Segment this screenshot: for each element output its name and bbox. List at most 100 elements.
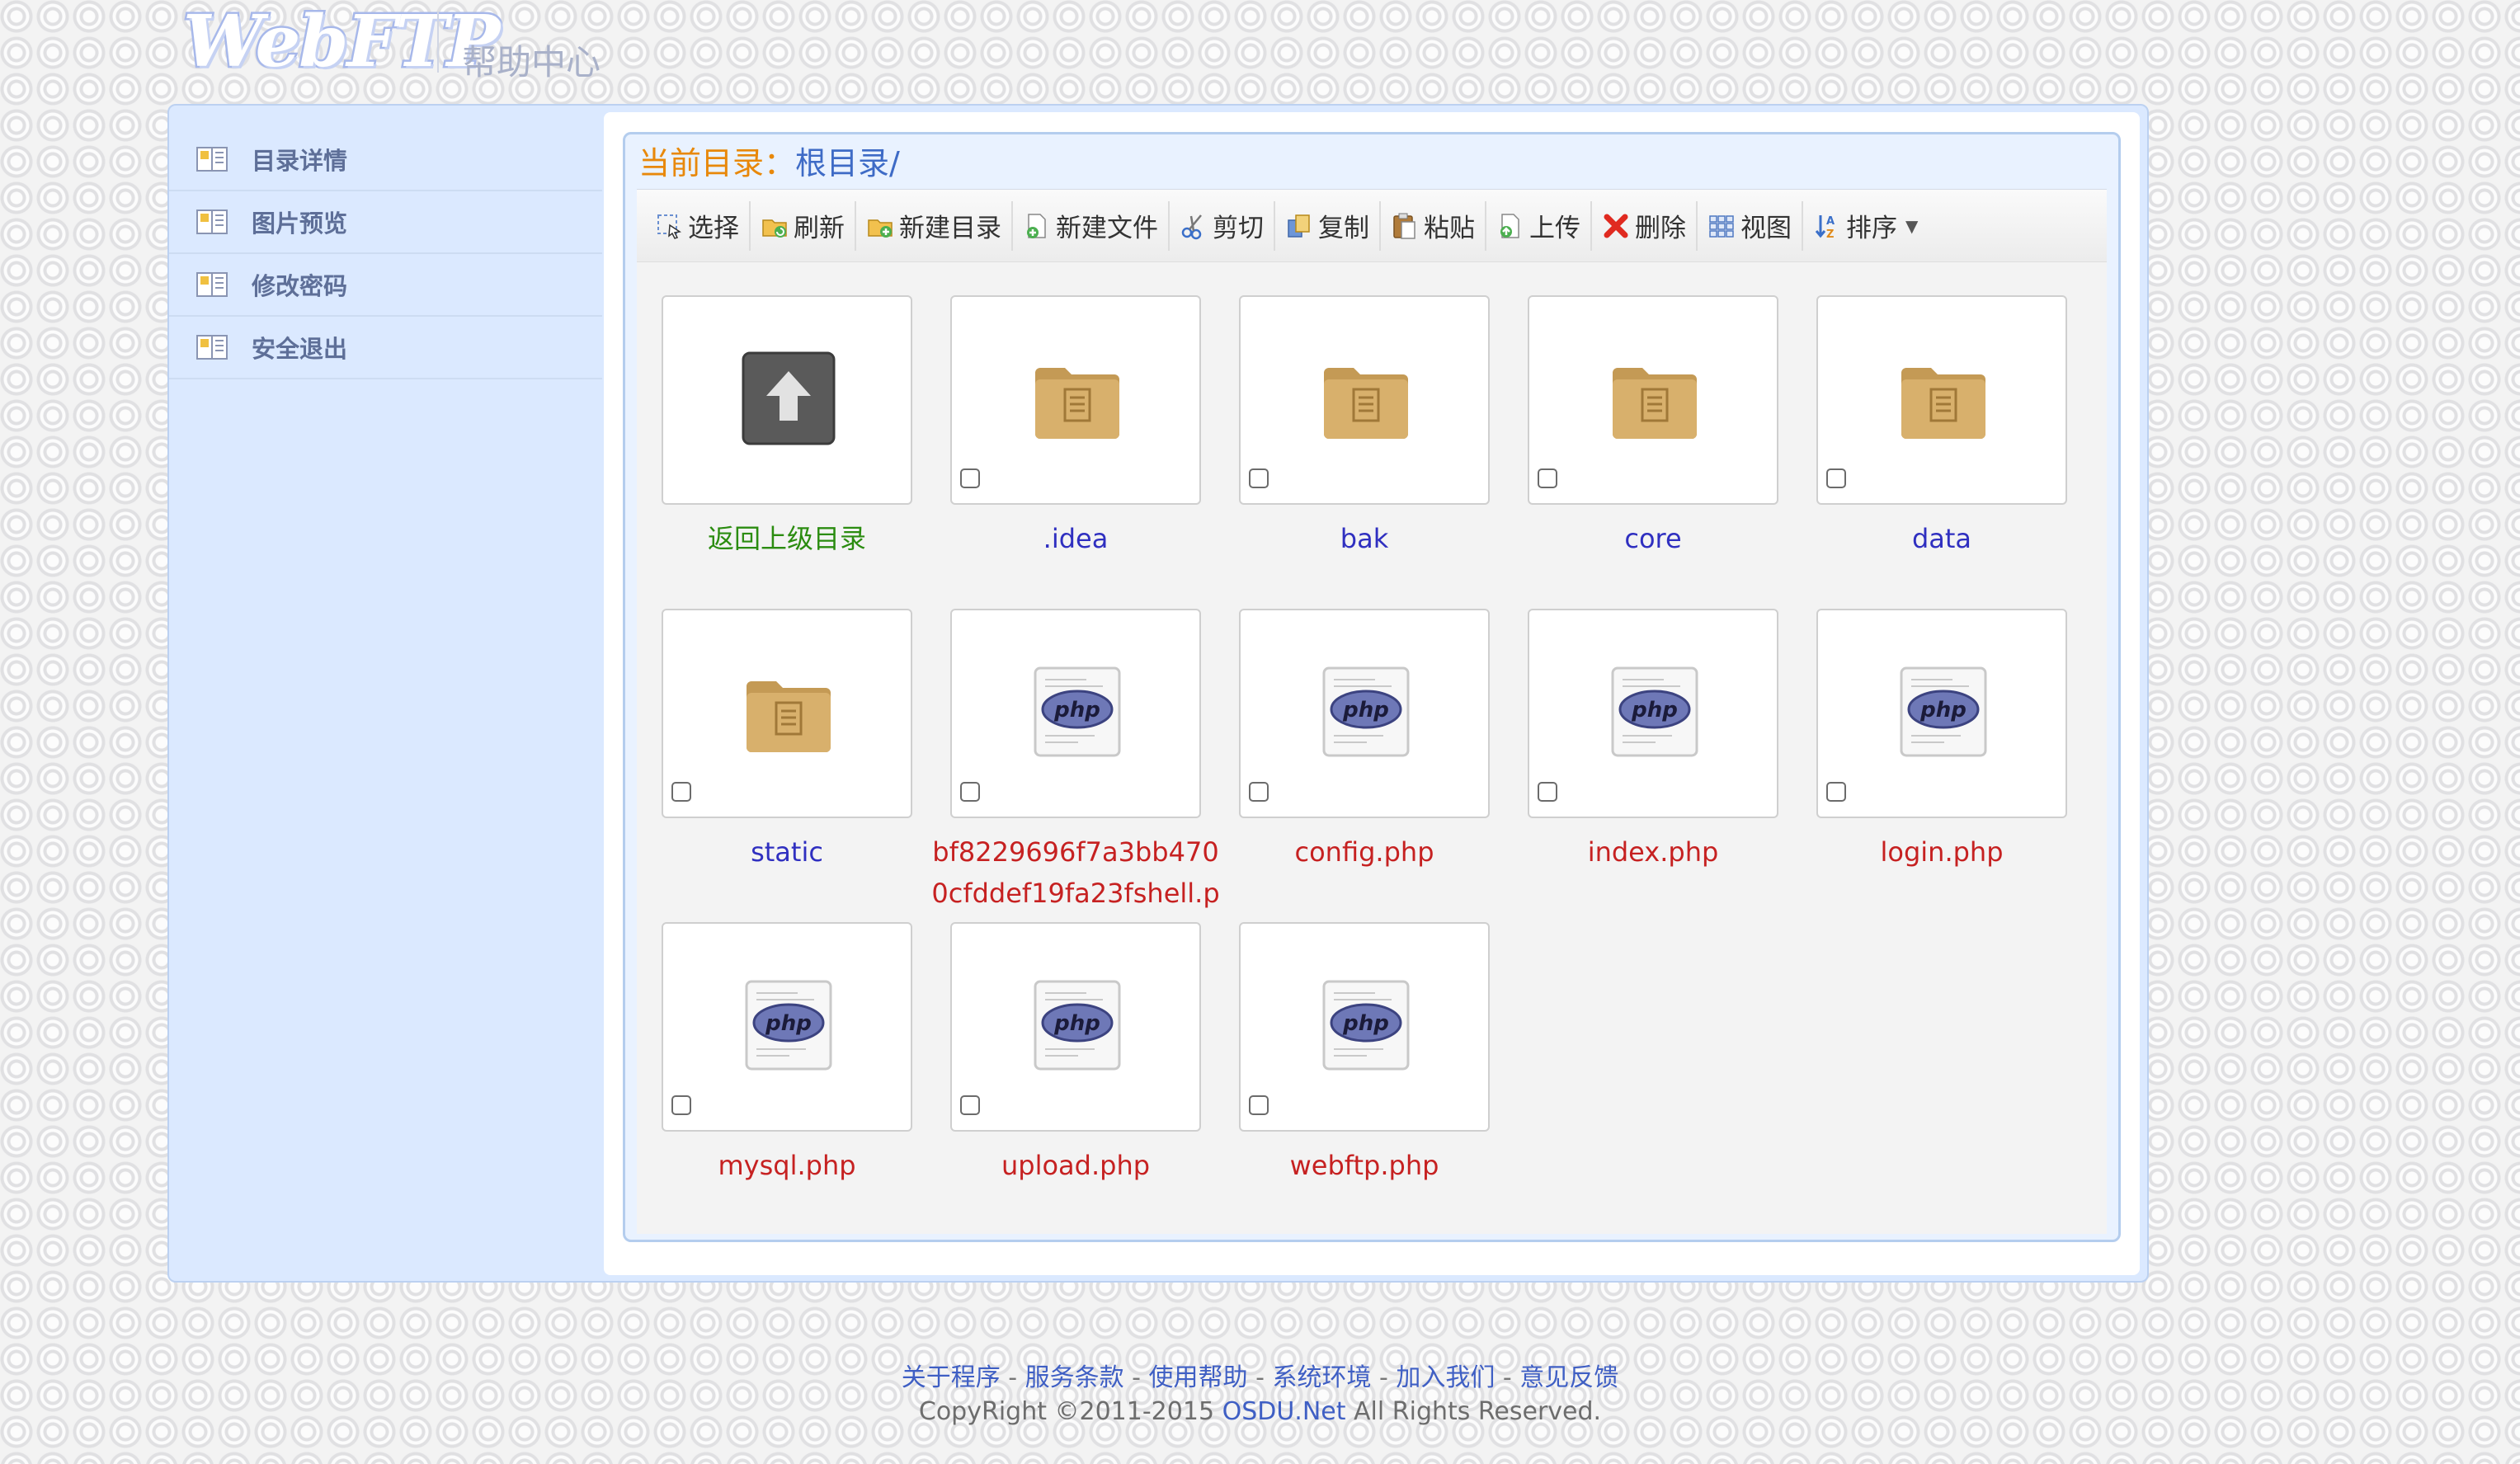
file-tile[interactable]: php webftp.php [1214,889,1503,1194]
upload-icon [1500,213,1519,238]
footer-link-about[interactable]: 关于程序 [902,1363,1001,1392]
new-file-button[interactable]: 新建文件 [1013,200,1170,251]
upload-button[interactable]: 上传 [1486,200,1592,251]
cut-button[interactable]: 剪切 [1170,200,1275,251]
folder-icon [1324,368,1408,439]
file-name[interactable]: 返回上级目录 [637,518,937,559]
folder-tile[interactable]: .idea [926,262,1214,567]
tile-thumbnail[interactable]: php [950,922,1201,1132]
tile-thumbnail[interactable] [1528,295,1778,505]
tile-thumbnail[interactable] [662,295,912,505]
file-tile[interactable]: php bf8229696f7a3bb4700cfddef19fa23fshell… [926,576,1220,950]
tile-thumbnail[interactable]: php [1528,609,1778,818]
file-name[interactable]: mysql.php [637,1145,937,1186]
folder-tile[interactable]: bak [1214,262,1503,567]
new-file-label: 新建文件 [1056,214,1158,243]
tile-thumbnail[interactable]: php [1816,609,2067,818]
footer-link-feedback[interactable]: 意见反馈 [1519,1363,1618,1392]
file-name[interactable]: webftp.php [1214,1145,1514,1186]
php-file-icon: php [1900,666,1987,757]
file-tile[interactable]: php mysql.php [637,889,926,1194]
footer-separator: - [1247,1363,1273,1392]
view-button[interactable]: 视图 [1698,200,1803,251]
select-checkbox[interactable] [1826,782,1846,802]
sidebar: 目录详情 图片预览 修改密码 安全退出 [169,129,602,379]
file-tile[interactable]: php login.php [1792,576,2080,881]
delete-button[interactable]: 删除 [1592,200,1698,251]
tile-thumbnail[interactable]: php [1239,922,1490,1132]
folder-icon [1613,368,1697,439]
footer-separator: - [1000,1363,1025,1392]
toolbar: 选择 刷新 新建目录 新建文件 剪切 复制 粘贴 上传 删除 视图 A Z 排序… [637,190,2107,262]
sidebar-item-image-preview[interactable]: 图片预览 [169,191,602,254]
select-checkbox[interactable] [1249,1095,1269,1115]
folder-tile[interactable]: static [637,576,926,881]
svg-text:php: php [1053,1011,1100,1036]
folder-icon [747,681,831,752]
copy-icon [1288,214,1310,238]
file-name[interactable]: static [637,831,937,873]
parent-directory-tile[interactable]: 返回上级目录 [637,262,926,567]
copyright: CopyRight ©2011-2015 OSDU.Net All Rights… [0,1397,2520,1426]
select-checkbox[interactable] [671,1095,691,1115]
file-name[interactable]: bak [1214,518,1514,559]
tile-thumbnail[interactable] [1239,295,1490,505]
folder-tile[interactable]: data [1792,262,2080,567]
file-tile[interactable]: php index.php [1503,576,1792,881]
file-name[interactable]: core [1503,518,1803,559]
book-icon [196,209,228,234]
copy-label: 复制 [1318,214,1369,243]
select-checkbox[interactable] [1826,468,1846,488]
tile-thumbnail[interactable] [950,295,1201,505]
tile-thumbnail[interactable] [662,609,912,818]
footer-link-environment[interactable]: 系统环境 [1272,1363,1371,1392]
sort-button[interactable]: AZ 排序 ▼ [1803,201,1928,251]
current-directory-path[interactable]: 根目录/ [795,145,900,181]
footer-link-help[interactable]: 使用帮助 [1149,1363,1248,1392]
tile-thumbnail[interactable]: php [1239,609,1490,818]
sort-icon: AZ [1815,214,1835,240]
select-checkbox[interactable] [1538,468,1557,488]
new-file-icon [1027,213,1046,238]
file-name[interactable]: index.php [1503,831,1803,873]
folder-tile[interactable]: core [1503,262,1792,567]
grid-view-icon [1709,214,1734,238]
footer-separator: - [1495,1363,1520,1392]
sidebar-item-change-password[interactable]: 修改密码 [169,254,602,317]
select-checkbox[interactable] [671,782,691,802]
select-checkbox[interactable] [960,1095,980,1115]
sidebar-item-directory[interactable]: 目录详情 [169,129,602,191]
osdu-link[interactable]: OSDU.Net [1222,1397,1346,1426]
file-name[interactable]: data [1792,518,2092,559]
file-name[interactable]: config.php [1214,831,1514,873]
select-checkbox[interactable] [1249,468,1269,488]
file-tile[interactable]: php config.php [1214,576,1503,881]
select-button[interactable]: 选择 [645,200,751,251]
footer-link-terms[interactable]: 服务条款 [1025,1363,1124,1392]
file-name[interactable]: upload.php [926,1145,1226,1186]
tile-thumbnail[interactable] [1816,295,2067,505]
select-checkbox[interactable] [1249,782,1269,802]
file-name[interactable]: login.php [1792,831,2092,873]
tile-thumbnail[interactable]: php [662,922,912,1132]
content-area: 当前目录：根目录/ 选择 刷新 新建目录 新建文件 剪切 复制 粘贴 上传 删除… [604,112,2140,1275]
paste-button[interactable]: 粘贴 [1381,200,1486,251]
refresh-button[interactable]: 刷新 [751,200,856,251]
svg-text:Z: Z [1826,228,1834,240]
new-directory-button[interactable]: 新建目录 [856,200,1013,251]
caret-down-icon: ▼ [1905,215,1919,236]
svg-text:php: php [1342,698,1389,723]
file-name[interactable]: .idea [926,518,1226,559]
file-tile[interactable]: php upload.php [926,889,1214,1194]
view-label: 视图 [1740,214,1792,243]
select-checkbox[interactable] [1538,782,1557,802]
select-checkbox[interactable] [960,782,980,802]
copy-button[interactable]: 复制 [1275,200,1381,251]
select-checkbox[interactable] [960,468,980,488]
sort-label: 排序 [1846,214,1897,243]
new-directory-label: 新建目录 [899,214,1001,243]
php-file-icon: php [1322,666,1410,757]
footer-link-join[interactable]: 加入我们 [1396,1363,1495,1392]
sidebar-item-logout[interactable]: 安全退出 [169,317,602,379]
tile-thumbnail[interactable]: php [950,609,1201,818]
